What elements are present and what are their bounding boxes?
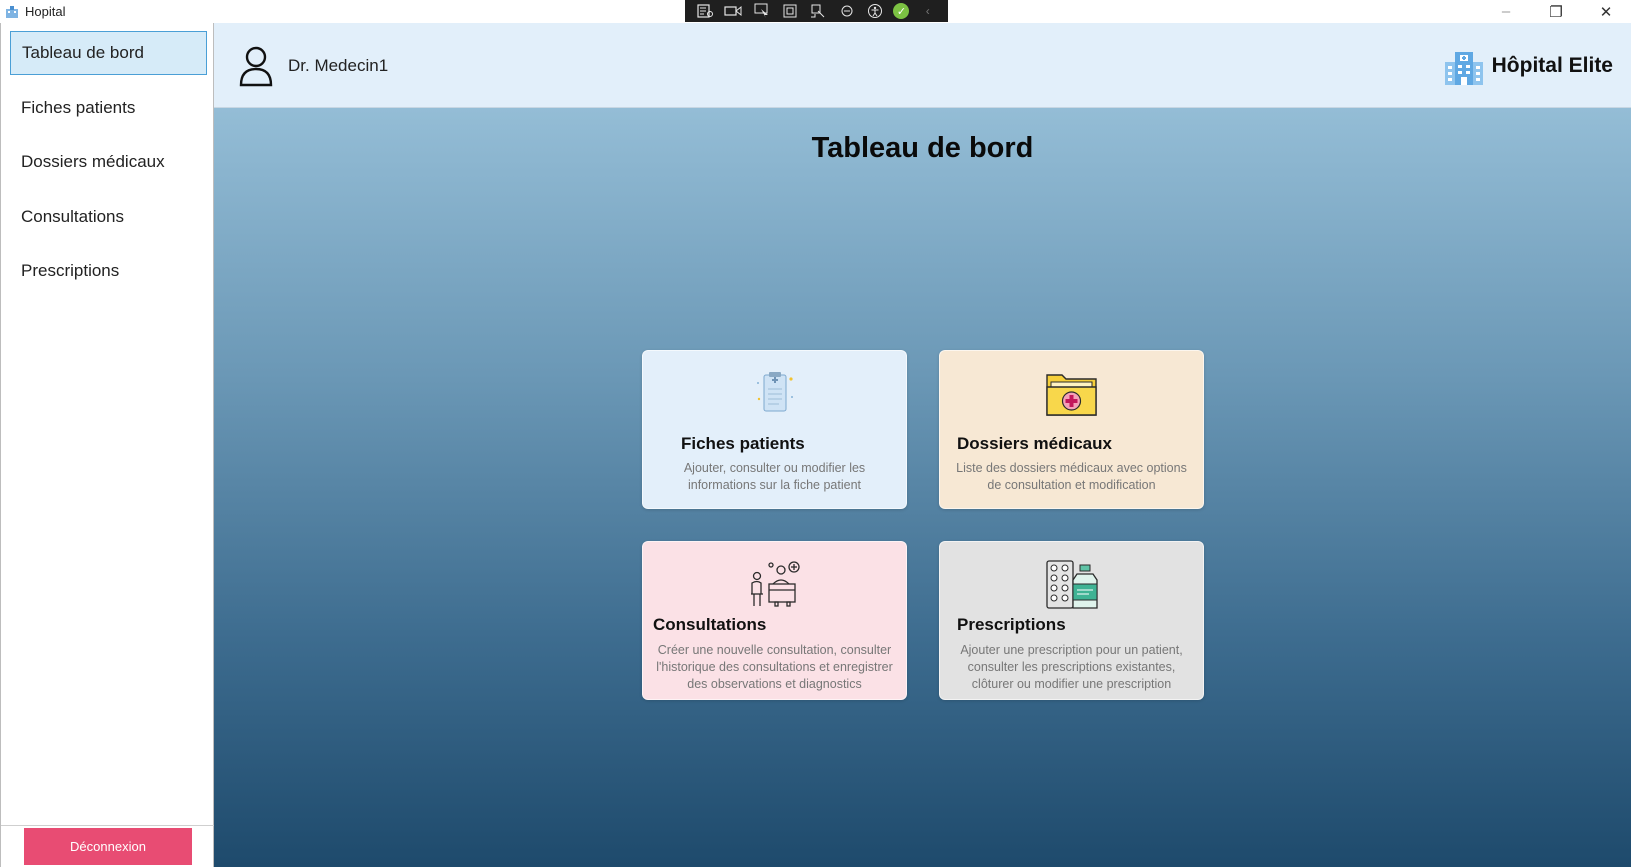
live-visual-tree-icon[interactable] bbox=[695, 3, 715, 19]
doctor-consultation-icon bbox=[747, 560, 803, 610]
track-focus-icon[interactable] bbox=[808, 3, 828, 19]
card-title: Consultations bbox=[653, 615, 767, 634]
sidebar-item-tableau-de-bord[interactable]: Tableau de bord bbox=[10, 31, 207, 75]
clipboard-medical-icon bbox=[747, 369, 803, 419]
card-title: Dossiers médicaux bbox=[957, 434, 1112, 453]
hot-reload-icon[interactable] bbox=[837, 3, 857, 19]
hospital-name: Hôpital Elite bbox=[1491, 54, 1613, 77]
window-titlebar: Hopital ✓ ‹ – ❐ ✕ bbox=[0, 0, 1631, 23]
ok-check-icon[interactable]: ✓ bbox=[893, 3, 910, 19]
card-prescriptions[interactable]: Prescriptions Ajouter une prescription p… bbox=[939, 541, 1204, 700]
logout-button[interactable]: Déconnexion bbox=[24, 828, 192, 865]
card-description: Ajouter une prescription pour un patient… bbox=[960, 643, 1183, 691]
user-name: Dr. Medecin1 bbox=[288, 56, 389, 75]
card-fiches-patients[interactable]: Fiches patients Ajouter, consulter ou mo… bbox=[642, 350, 907, 509]
hospital-app-icon bbox=[5, 5, 19, 18]
page-title: Tableau de bord bbox=[811, 132, 1034, 164]
card-description: Créer une nouvelle consultation, consult… bbox=[656, 643, 893, 691]
card-dossiers-medicaux[interactable]: Dossiers médicaux Liste des dossiers méd… bbox=[939, 350, 1204, 509]
pills-bottle-icon bbox=[1044, 560, 1100, 610]
xaml-debug-toolbar: ✓ ‹ bbox=[685, 0, 948, 22]
accessibility-icon[interactable] bbox=[865, 3, 885, 19]
collapse-chevron-icon[interactable]: ‹ bbox=[918, 3, 938, 19]
window-controls: – ❐ ✕ bbox=[1481, 0, 1631, 23]
minimize-button[interactable]: – bbox=[1481, 0, 1531, 23]
card-title: Prescriptions bbox=[957, 615, 1066, 634]
top-header: Dr. Medecin1 Hôpital Elite bbox=[214, 23, 1631, 108]
restore-button[interactable]: ❐ bbox=[1531, 0, 1581, 23]
hospital-building-icon bbox=[1443, 48, 1485, 86]
card-title: Fiches patients bbox=[681, 434, 805, 453]
display-layout-adorners-icon[interactable] bbox=[780, 3, 800, 19]
close-button[interactable]: ✕ bbox=[1581, 0, 1631, 23]
sidebar-item-consultations[interactable]: Consultations bbox=[10, 195, 207, 239]
select-element-icon[interactable] bbox=[752, 3, 772, 19]
sidebar-item-prescriptions[interactable]: Prescriptions bbox=[10, 249, 207, 293]
sidebar-item-fiches-patients[interactable]: Fiches patients bbox=[10, 86, 207, 130]
card-description: Liste des dossiers médicaux avec options… bbox=[956, 461, 1187, 492]
card-consultations[interactable]: Consultations Créer une nouvelle consult… bbox=[642, 541, 907, 700]
medical-folder-icon bbox=[1044, 369, 1100, 419]
dashboard-main: Tableau de bord Fiches patients Ajouter,… bbox=[214, 108, 1631, 867]
sidebar: Tableau de bord Fiches patients Dossiers… bbox=[0, 23, 214, 867]
sidebar-divider bbox=[1, 825, 214, 826]
card-description: Ajouter, consulter ou modifier les infor… bbox=[683, 461, 866, 492]
record-icon[interactable] bbox=[723, 3, 743, 19]
window-title: Hopital bbox=[25, 4, 66, 19]
sidebar-item-dossiers-medicaux[interactable]: Dossiers médicaux bbox=[10, 140, 207, 184]
user-avatar-icon bbox=[238, 45, 274, 87]
